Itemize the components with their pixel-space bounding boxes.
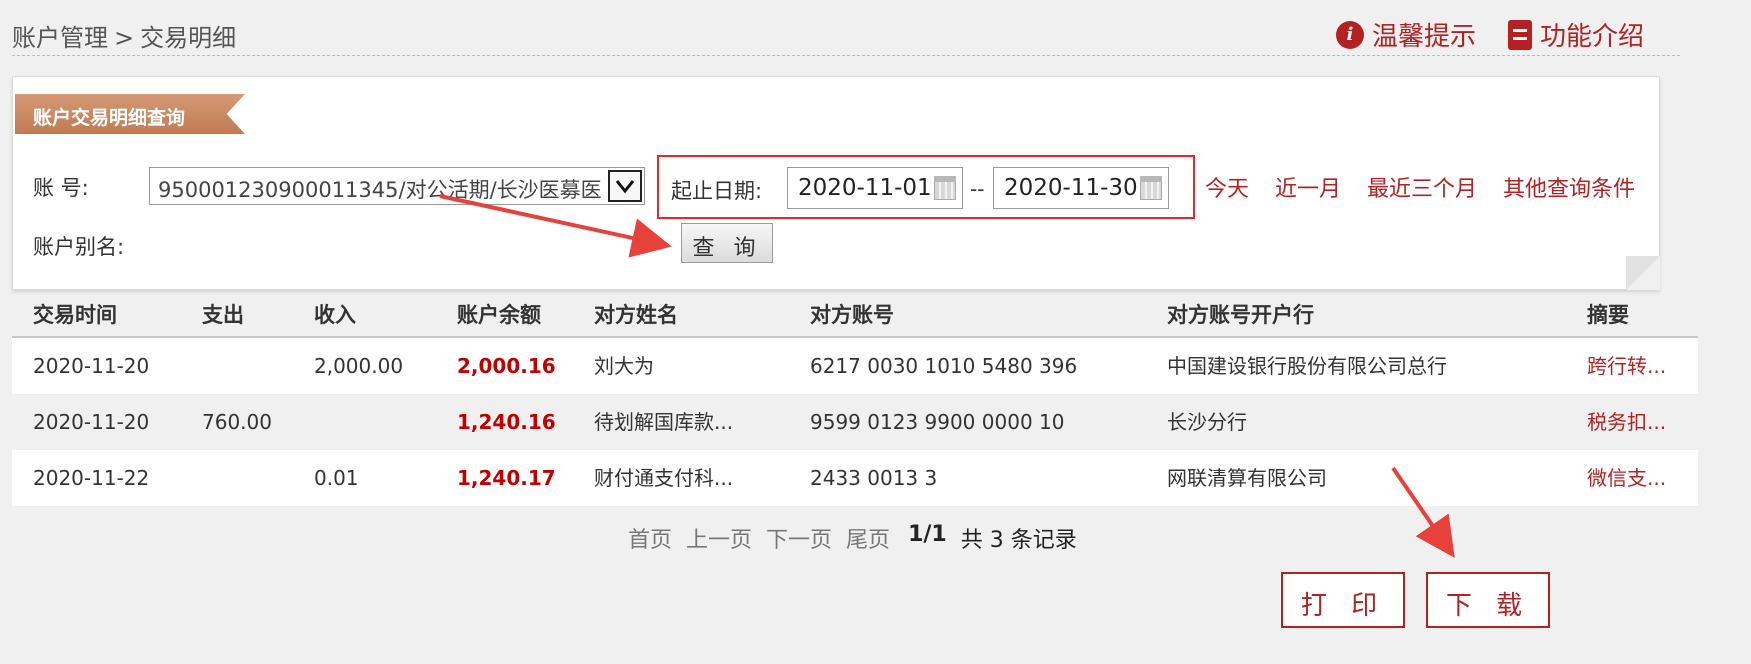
cell-counterparty: 刘大为: [594, 354, 654, 378]
table-row[interactable]: 2020-11-20 2,000.00 2,000.16 刘大为 6217 00…: [12, 338, 1698, 394]
calendar-icon[interactable]: [1140, 176, 1162, 200]
panel-title: 账户交易明细查询: [15, 94, 245, 134]
cell-time: 2020-11-20: [33, 354, 150, 378]
query-panel: 账户交易明细查询 账 号: 950001230900011345/对公活期/长沙…: [12, 76, 1660, 290]
col-expense: 支出: [202, 303, 244, 327]
cell-memo[interactable]: 跨行转...: [1587, 338, 1666, 394]
quick-range-links: 今天 近一月 最近三个月 其他查询条件: [1205, 171, 1635, 203]
breadcrumb-separator: >: [114, 24, 135, 52]
quick-last-month[interactable]: 近一月: [1275, 171, 1341, 203]
cell-counterparty: 财付通支付科...: [594, 466, 734, 490]
cell-time: 2020-11-22: [33, 466, 150, 490]
chevron-down-icon[interactable]: [608, 170, 642, 202]
tips-label: 温馨提示: [1371, 22, 1476, 52]
cell-counterparty-bank: 网联清算有限公司: [1167, 466, 1327, 490]
pager-prev[interactable]: 上一页: [686, 522, 752, 554]
account-value: 950001230900011345/对公活期/长沙医募医: [158, 178, 602, 202]
start-date-input[interactable]: 2020-11-01: [787, 167, 963, 209]
date-separator: --: [970, 177, 985, 201]
end-date-input[interactable]: 2020-11-30: [993, 167, 1169, 209]
start-date-value: 2020-11-01: [798, 175, 932, 201]
tips-link[interactable]: i 温馨提示: [1335, 16, 1476, 53]
cell-counterparty-account: 6217 0030 1010 5480 396: [810, 354, 1078, 378]
document-icon: [1507, 19, 1532, 50]
account-select[interactable]: 950001230900011345/对公活期/长沙医募医: [149, 167, 645, 205]
cell-counterparty-bank: 中国建设银行股份有限公司总行: [1167, 354, 1447, 378]
cell-balance: 1,240.16: [457, 410, 556, 434]
intro-link[interactable]: 功能介绍: [1507, 16, 1644, 53]
breadcrumb-current: 交易明细: [140, 24, 237, 52]
intro-label: 功能介绍: [1539, 22, 1644, 52]
top-bar: 账户管理 > 交易明细 i 温馨提示 功能介绍: [12, 14, 1680, 56]
col-counterparty-account: 对方账号: [810, 303, 894, 327]
top-links: i 温馨提示 功能介绍: [1335, 16, 1644, 53]
cell-counterparty-account: 2433 0013 3: [810, 466, 938, 490]
cell-income: 0.01: [314, 466, 359, 490]
date-label: 起止日期:: [671, 179, 763, 203]
col-counterparty: 对方姓名: [594, 303, 678, 327]
cell-counterparty-account: 9599 0123 9900 0000 10: [810, 410, 1065, 434]
pagination: 首页 上一页 下一页 尾页 1/1 共 3 条记录: [628, 522, 1077, 554]
cell-balance: 2,000.16: [457, 354, 556, 378]
date-range-box: 起止日期: 2020-11-01 -- 2020-11-30: [657, 155, 1195, 219]
account-label: 账 号:: [33, 176, 89, 200]
quick-last-three-months[interactable]: 最近三个月: [1367, 171, 1477, 203]
col-memo: 摘要: [1587, 303, 1629, 327]
quick-today[interactable]: 今天: [1205, 171, 1249, 203]
calendar-icon[interactable]: [934, 176, 956, 200]
print-button[interactable]: 打 印: [1281, 572, 1405, 628]
pager-first[interactable]: 首页: [628, 522, 672, 554]
quick-other-conditions[interactable]: 其他查询条件: [1503, 171, 1635, 203]
cell-memo[interactable]: 税务扣...: [1587, 394, 1666, 450]
query-button[interactable]: 查 询: [681, 223, 773, 263]
table-row[interactable]: 2020-11-22 0.01 1,240.17 财付通支付科... 2433 …: [12, 450, 1698, 506]
alias-label: 账户别名:: [33, 235, 125, 259]
cell-memo[interactable]: 微信支...: [1587, 450, 1666, 506]
info-icon: i: [1335, 20, 1364, 49]
transaction-table: 交易时间 支出 收入 账户余额 对方姓名 对方账号 对方账号开户行 摘要 202…: [12, 292, 1698, 506]
col-income: 收入: [314, 303, 356, 327]
pager-last[interactable]: 尾页: [846, 522, 890, 554]
cell-time: 2020-11-20: [33, 410, 150, 434]
download-button[interactable]: 下 载: [1426, 572, 1550, 628]
breadcrumb: 账户管理 > 交易明细: [12, 18, 236, 53]
table-row[interactable]: 2020-11-20 760.00 1,240.16 待划解国库款... 959…: [12, 394, 1698, 450]
end-date-value: 2020-11-30: [1004, 175, 1138, 201]
pager-total: 共 3 条记录: [960, 528, 1077, 553]
col-time: 交易时间: [33, 303, 117, 327]
cell-counterparty-bank: 长沙分行: [1167, 410, 1247, 434]
col-balance: 账户余额: [457, 303, 541, 327]
breadcrumb-section[interactable]: 账户管理: [12, 24, 108, 52]
table-header: 交易时间 支出 收入 账户余额 对方姓名 对方账号 对方账号开户行 摘要: [12, 292, 1698, 338]
cell-counterparty: 待划解国库款...: [594, 410, 734, 434]
pager-current: 1/1: [908, 522, 947, 547]
page-fold: [1626, 256, 1660, 290]
cell-balance: 1,240.17: [457, 466, 556, 490]
pager-next[interactable]: 下一页: [766, 522, 832, 554]
cell-income: 2,000.00: [314, 354, 404, 378]
cell-expense: 760.00: [202, 410, 272, 434]
col-counterparty-bank: 对方账号开户行: [1167, 303, 1314, 327]
